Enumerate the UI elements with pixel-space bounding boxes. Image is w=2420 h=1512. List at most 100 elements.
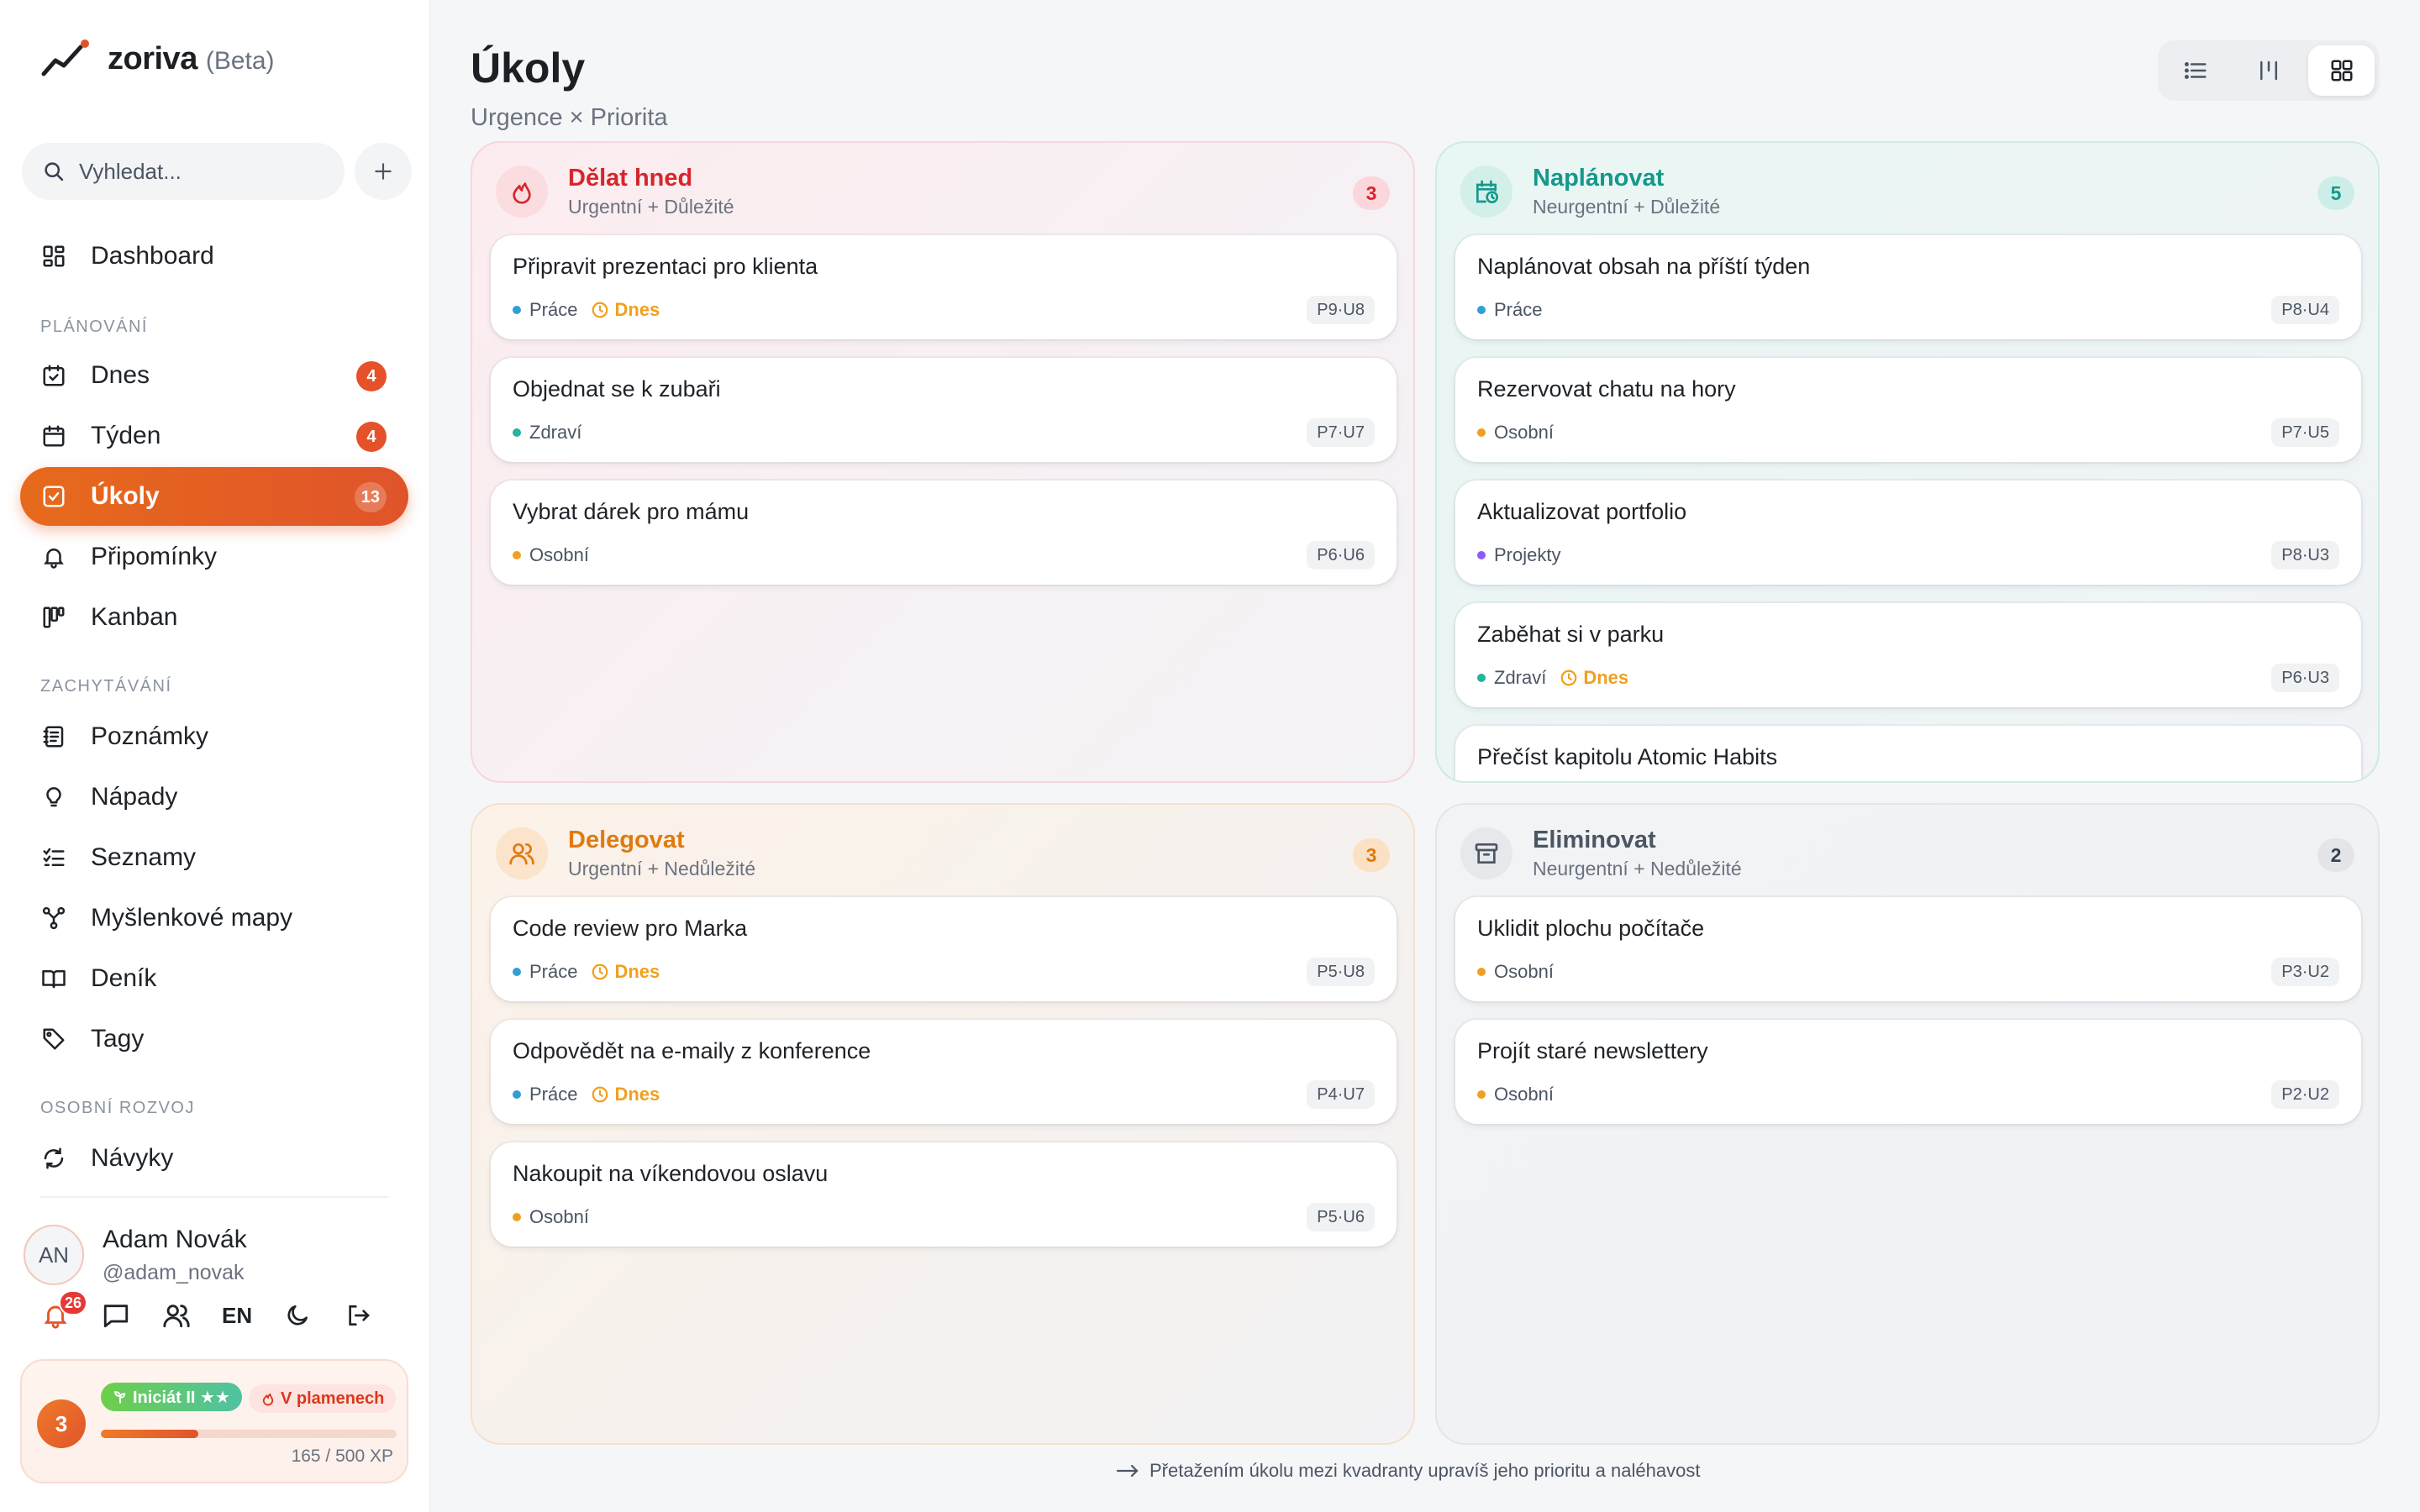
level-badge: 3 <box>37 1399 86 1448</box>
app-name: zoriva <box>108 40 197 76</box>
columns-view-button[interactable] <box>2236 45 2302 96</box>
quadrant-plan[interactable]: Naplánovat Neurgentní + Důležité 5 Naplá… <box>1435 141 2380 783</box>
user-handle: @adam_novak <box>103 1260 245 1284</box>
task-card[interactable]: Přečíst kapitolu Atomic Habits <box>1455 726 2361 781</box>
user-actions: 26 EN <box>40 1290 373 1331</box>
task-card[interactable]: Odpovědět na e-maily z konference Práce … <box>491 1020 1397 1124</box>
sidebar-item-kanban[interactable]: Kanban <box>20 588 408 647</box>
task-title: Připravit prezentaci pro klienta <box>513 254 818 279</box>
sidebar-item-tasks[interactable]: Úkoly 13 <box>20 467 408 526</box>
sidebar-item-label: Úkoly <box>91 482 160 510</box>
quadrant-title: Eliminovat <box>1533 827 1656 853</box>
sidebar-item-label: Dashboard <box>91 242 214 270</box>
list-icon <box>2185 62 2207 79</box>
task-tag: Práce <box>513 299 577 321</box>
task-score: P8·U4 <box>2271 296 2339 324</box>
task-card[interactable]: Code review pro Marka Práce Dnes P5·U8 <box>491 897 1397 1001</box>
user-profile[interactable]: AN Adam Novák @adam_novak <box>24 1225 247 1285</box>
sprout-icon <box>114 1391 126 1404</box>
sidebar-item-reminders[interactable]: Připomínky <box>20 528 408 586</box>
logout-button[interactable] <box>343 1300 373 1331</box>
quadrant-delegate[interactable]: Delegovat Urgentní + Nedůležité 3 Code r… <box>471 803 1415 1445</box>
lightbulb-icon <box>46 787 61 807</box>
section-planning: PLÁNOVÁNÍ <box>40 318 148 336</box>
sidebar-item-notes[interactable]: Poznámky <box>20 707 408 766</box>
sidebar-item-today[interactable]: Dnes 4 <box>20 346 408 405</box>
sidebar-item-mindmaps[interactable]: Myšlenkové mapy <box>20 889 408 948</box>
flame-icon <box>513 182 531 204</box>
users-icon <box>163 1305 190 1328</box>
sidebar-item-journal[interactable]: Deník <box>20 949 408 1008</box>
streak-badge: V plamenech <box>249 1384 397 1413</box>
task-tag: Zdraví <box>1477 667 1546 689</box>
quadrant-do-now[interactable]: Dělat hned Urgentní + Důležité 3 Připrav… <box>471 141 1415 783</box>
sidebar-item-dashboard[interactable]: Dashboard <box>20 227 408 286</box>
quadrant-subtitle: Urgentní + Důležité <box>568 196 734 218</box>
drag-hint: Přetažením úkolu mezi kvadranty upravíš … <box>1116 1460 1700 1482</box>
xp-card[interactable]: 3 Iniciát II ★★ V plamenech 165 / 500 XP <box>20 1359 408 1483</box>
view-switcher <box>2158 40 2380 101</box>
task-card[interactable]: Rezervovat chatu na hory Osobní P7·U5 <box>1455 358 2361 462</box>
avatar[interactable]: AN <box>24 1225 84 1285</box>
quadrant-count: 2 <box>2317 838 2354 872</box>
task-card[interactable]: Připravit prezentaci pro klienta Práce D… <box>491 235 1397 339</box>
grid-icon <box>43 245 65 267</box>
sidebar-item-week[interactable]: Týden 4 <box>20 407 408 465</box>
xp-progress-fill <box>101 1430 199 1438</box>
task-card[interactable]: Projít staré newslettery Osobní P2·U2 <box>1455 1020 2361 1124</box>
sidebar-item-tags[interactable]: Tagy <box>20 1010 408 1068</box>
theme-toggle[interactable] <box>282 1300 313 1331</box>
task-title: Code review pro Marka <box>513 916 748 941</box>
search-box[interactable] <box>22 143 345 200</box>
add-button[interactable] <box>355 143 412 200</box>
divider <box>40 1196 388 1198</box>
hint-text: Přetažením úkolu mezi kvadranty upravíš … <box>1150 1460 1701 1481</box>
language-switch[interactable]: EN <box>222 1303 252 1329</box>
task-card[interactable]: Objednat se k zubaři Zdraví P7·U7 <box>491 358 1397 462</box>
notifications-button[interactable]: 26 <box>40 1290 88 1331</box>
task-score: P6·U6 <box>1307 541 1375 570</box>
kanban-icon <box>43 606 65 628</box>
quadrant-icon <box>1460 165 1512 218</box>
sidebar-item-label: Deník <box>91 964 157 992</box>
task-card[interactable]: Zaběhat si v parku Zdraví Dnes P6·U3 <box>1455 603 2361 707</box>
logo[interactable]: zoriva (Beta) <box>40 37 275 81</box>
columns-icon <box>2260 60 2277 81</box>
xp-progress-bar <box>101 1430 397 1438</box>
calendar-check-icon <box>43 365 65 386</box>
matrix-view-button[interactable] <box>2308 45 2375 96</box>
messages-button[interactable] <box>101 1300 131 1331</box>
task-card[interactable]: Vybrat dárek pro mámu Osobní P6·U6 <box>491 480 1397 585</box>
quadrant-eliminate[interactable]: Eliminovat Neurgentní + Nedůležité 2 Ukl… <box>1435 803 2380 1445</box>
users-icon <box>509 843 534 865</box>
quadrant-subtitle: Neurgentní + Důležité <box>1533 196 1721 218</box>
list-view-button[interactable] <box>2163 45 2229 96</box>
task-card[interactable]: Nakoupit na víkendovou oslavu Osobní P5·… <box>491 1142 1397 1247</box>
task-tag: Osobní <box>513 544 589 566</box>
quadrant-title: Delegovat <box>568 827 685 853</box>
quadrant-title: Naplánovat <box>1533 165 1665 192</box>
bell-icon <box>44 549 64 569</box>
page-title: Úkoly <box>471 45 586 92</box>
sidebar-item-ideas[interactable]: Nápady <box>20 768 408 827</box>
task-title: Zaběhat si v parku <box>1477 622 1665 647</box>
quadrant-header: Eliminovat Neurgentní + Nedůležité <box>1460 827 1742 880</box>
trend-logo-icon <box>41 39 89 76</box>
sidebar-item-habits[interactable]: Návyky <box>20 1129 408 1188</box>
task-card[interactable]: Uklidit plochu počítače Osobní P3·U2 <box>1455 897 2361 1001</box>
sidebar-item-label: Dnes <box>91 361 150 389</box>
sidebar-item-lists[interactable]: Seznamy <box>20 828 408 887</box>
task-score: P8·U3 <box>2271 541 2339 570</box>
flame-icon <box>262 1393 274 1406</box>
quadrant-header: Delegovat Urgentní + Nedůležité <box>496 827 755 880</box>
notes-icon <box>43 726 64 748</box>
task-card[interactable]: Naplánovat obsah na příští týden Práce P… <box>1455 235 2361 339</box>
people-button[interactable] <box>161 1300 192 1331</box>
task-score: P3·U2 <box>2271 958 2339 986</box>
task-tag: Projekty <box>1477 544 1560 566</box>
book-icon <box>42 970 66 989</box>
task-score: P5·U6 <box>1307 1203 1375 1231</box>
search-input[interactable] <box>79 158 331 185</box>
task-card[interactable]: Aktualizovat portfolio Projekty P8·U3 <box>1455 480 2361 585</box>
quadrant-count: 3 <box>1353 838 1390 872</box>
